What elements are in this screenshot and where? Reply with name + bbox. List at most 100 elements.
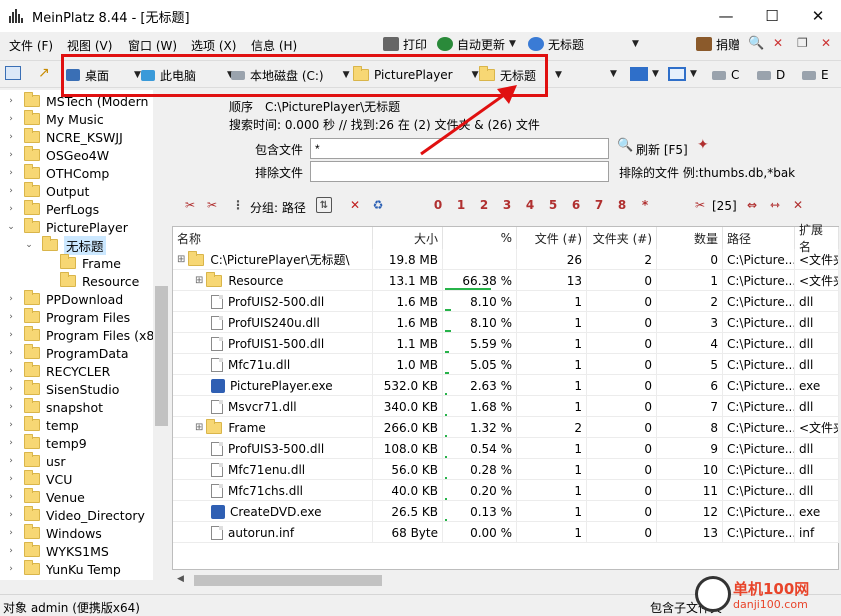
search-folders-icon[interactable]: ✂ <box>204 197 220 213</box>
close-list-icon[interactable]: ✕ <box>790 197 806 213</box>
column-header[interactable]: 数量 <box>657 227 723 249</box>
slot-button[interactable]: 3 <box>499 197 515 213</box>
chevron-right-icon[interactable]: › <box>6 312 16 322</box>
table-row[interactable]: ⊞ C:\PicturePlayer\无标题\ 19.8 MB 26 2 0 C:\Pict… <box>173 249 839 270</box>
tree-item[interactable]: › Program Files <box>6 308 130 326</box>
delete-icon[interactable]: ✕ <box>347 197 363 213</box>
chevron-right-icon[interactable]: › <box>6 150 16 160</box>
menu-window[interactable]: 窗口 (W) <box>128 37 177 54</box>
nav-overflow-icon[interactable]: ▼ <box>610 69 617 79</box>
restore-tab-icon[interactable]: ❐ <box>797 36 808 50</box>
slot-button[interactable]: 0 <box>430 197 446 213</box>
slot-button[interactable]: 5 <box>545 197 561 213</box>
chevron-right-icon[interactable]: › <box>6 294 16 304</box>
menu-options[interactable]: 选项 (X) <box>191 37 236 54</box>
menu-view[interactable]: 视图 (V) <box>67 37 112 54</box>
table-row[interactable]: ProfUIS3-500.dll 108.0 KB 0.54 % 1 0 9 C:\Pict… <box>173 438 839 459</box>
tree-item[interactable]: › Program Files (x86) <box>6 326 167 344</box>
drive-d[interactable]: D <box>757 65 785 85</box>
chevron-right-icon[interactable]: › <box>6 402 16 412</box>
tree-item[interactable]: › Venue <box>6 488 85 506</box>
chevron-right-icon[interactable]: › <box>6 114 16 124</box>
chevron-right-icon[interactable]: › <box>6 330 16 340</box>
maximize-button[interactable]: ☐ <box>749 0 795 32</box>
expand-icon[interactable]: ⇿ <box>767 197 783 213</box>
up-folder-icon[interactable]: ↗ <box>38 65 50 81</box>
tree-item[interactable]: › OTHComp <box>6 164 109 182</box>
column-header[interactable]: 文件夹 (#) <box>587 227 657 249</box>
column-header[interactable]: 路径 <box>723 227 795 249</box>
tree-item[interactable]: › My Music <box>6 110 104 128</box>
close-all-icon[interactable]: ✕ <box>821 36 831 50</box>
chevron-right-icon[interactable]: › <box>6 348 16 358</box>
tree-item[interactable]: › Video_Directory <box>6 506 145 524</box>
tree-item[interactable]: › temp <box>6 416 79 434</box>
search-icon[interactable]: 🔍 <box>748 36 764 51</box>
chevron-right-icon[interactable]: › <box>6 96 16 106</box>
group-icon[interactable]: ⋮ <box>230 197 246 213</box>
wand-icon[interactable]: ✦ <box>697 137 709 153</box>
drive-e[interactable]: E <box>802 65 829 85</box>
tree-item[interactable]: Frame <box>42 254 121 272</box>
chevron-right-icon[interactable]: › <box>6 510 16 520</box>
close-tab-icon[interactable]: ✕ <box>773 36 783 50</box>
expand-toggle-icon[interactable]: ⊞ <box>195 422 203 433</box>
recycle-icon[interactable]: ♻ <box>370 197 386 213</box>
tree-item[interactable]: › Output <box>6 182 89 200</box>
horizontal-scroll-thumb[interactable] <box>194 575 382 586</box>
minimize-button[interactable]: — <box>703 0 749 32</box>
refresh-icon[interactable]: 🔍 <box>617 138 633 153</box>
tree-item[interactable]: › WYKS1MS <box>6 542 109 560</box>
tree-item[interactable]: › RECYCLER <box>6 362 110 380</box>
slot-button[interactable]: 4 <box>522 197 538 213</box>
column-header[interactable]: % <box>443 227 517 249</box>
slot-button[interactable]: 8 <box>614 197 630 213</box>
table-row[interactable]: Mfc71enu.dll 56.0 KB 0.28 % 1 0 10 C:\Picture.… <box>173 459 839 480</box>
tree-item[interactable]: › usr <box>6 452 66 470</box>
chevron-right-icon[interactable]: › <box>6 456 16 466</box>
table-row[interactable]: CreateDVD.exe 26.5 KB 0.13 % 1 0 12 C:\Picture… <box>173 501 839 522</box>
filter-icon[interactable]: ✂ <box>692 197 708 213</box>
chevron-down-icon[interactable]: ▼ <box>509 39 516 49</box>
column-header[interactable]: 名称 <box>173 227 373 249</box>
tree-item[interactable]: ⌄ 无标题 <box>24 235 106 255</box>
table-row[interactable]: autorun.inf 68 Byte 0.00 % 1 0 13 C:\Picture..… <box>173 522 839 543</box>
chevron-down-icon[interactable]: ⌄ <box>6 222 16 232</box>
expand-toggle-icon[interactable]: ⊞ <box>195 275 203 286</box>
chevron-right-icon[interactable]: › <box>6 438 16 448</box>
table-row[interactable]: ⊞ Frame 266.0 KB 1.32 % 2 0 8 C:\Picture... <文件夹… <box>173 417 839 438</box>
table-row[interactable]: ⊞ Resource 13.1 MB 66.38 % 13 0 1 C:\Picture...… <box>173 270 839 291</box>
chevron-down-icon[interactable]: ▼ <box>555 70 562 80</box>
tree-item[interactable]: › OSGeo4W <box>6 146 109 164</box>
table-row[interactable]: ProfUIS2-500.dll 1.6 MB 8.10 % 1 0 2 C:\Pictur… <box>173 291 839 312</box>
chevron-right-icon[interactable]: › <box>6 366 16 376</box>
auto-update-button[interactable]: 自动更新 ▼ <box>437 35 516 53</box>
column-header[interactable]: 大小 <box>373 227 443 249</box>
slot-button[interactable]: * <box>637 197 653 213</box>
tree-item[interactable]: › SisenStudio <box>6 380 119 398</box>
chevron-right-icon[interactable]: › <box>6 204 16 214</box>
chevron-down-icon[interactable]: ⌄ <box>24 240 34 250</box>
chevron-right-icon[interactable]: › <box>6 546 16 556</box>
group-by-label[interactable]: 分组: 路径 <box>250 199 306 216</box>
refresh-button[interactable]: 刷新 [F5] <box>636 141 688 158</box>
tree-item[interactable]: › temp9 <box>6 434 87 452</box>
tree-scroll-thumb[interactable] <box>155 286 168 426</box>
chevron-right-icon[interactable]: › <box>6 384 16 394</box>
column-header[interactable]: 文件 (#) <box>517 227 587 249</box>
drive-c[interactable]: C <box>712 65 739 85</box>
print-button[interactable]: 打印 <box>383 35 427 53</box>
menu-file[interactable]: 文件 (F) <box>9 37 53 54</box>
tree-item[interactable]: › ProgramData <box>6 344 129 362</box>
tree-item[interactable]: › YunKu Temp <box>6 560 121 578</box>
tree-item[interactable]: › PerfLogs <box>6 200 99 218</box>
monitor-icon[interactable] <box>630 67 648 81</box>
search-files-icon[interactable]: ✂ <box>182 197 198 213</box>
tree-item[interactable]: › snapshot <box>6 398 103 416</box>
donate-button[interactable]: 捐赠 <box>696 35 740 53</box>
chevron-right-icon[interactable]: › <box>6 492 16 502</box>
folder-tree[interactable]: › MSTech (Modern S › My Music › NCRE_KSWJJ › OS… <box>0 90 170 580</box>
table-row[interactable]: Mfc71chs.dll 40.0 KB 0.20 % 1 0 11 C:\Picture.… <box>173 480 839 501</box>
panel-toggle-icon[interactable] <box>5 66 21 80</box>
file-list[interactable]: 名称 大小% 文件 (#) 文件夹 (#) 数量 路径 扩展名 ⊞ C:\PicturePlay… <box>172 223 839 570</box>
